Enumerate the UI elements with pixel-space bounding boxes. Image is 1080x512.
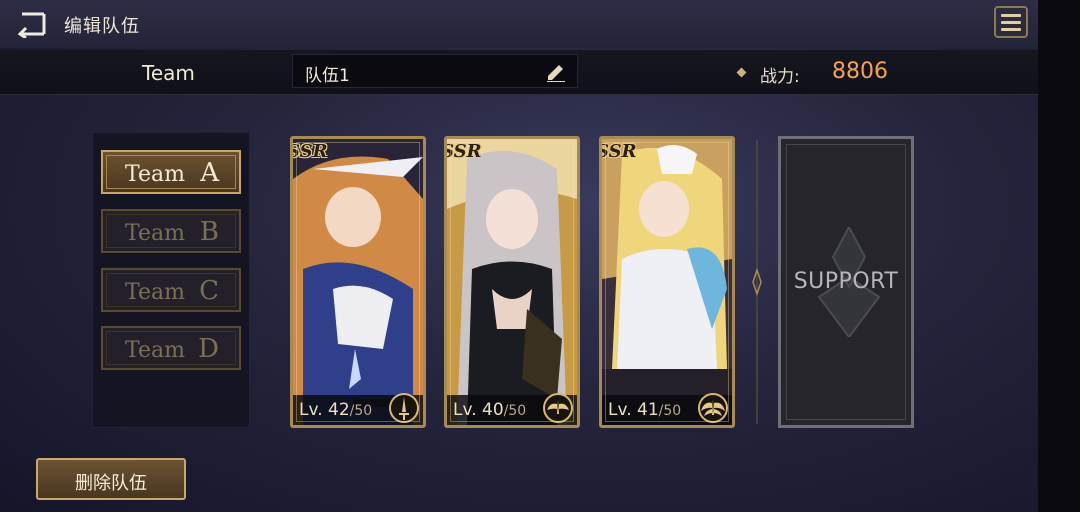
wings-class-icon xyxy=(543,393,573,423)
support-label: SUPPORT xyxy=(793,269,899,294)
sword-class-icon xyxy=(389,393,419,423)
team-name-field[interactable]: 队伍1 xyxy=(292,54,578,88)
team-tab-label: Team xyxy=(125,221,185,246)
back-arrow-icon[interactable] xyxy=(14,10,50,38)
team-tab-letter: A xyxy=(200,158,219,188)
team-tab-letter: D xyxy=(198,334,219,364)
screen-edge xyxy=(1038,0,1080,512)
power-label: 战力: xyxy=(760,67,800,87)
hero-portrait-2 xyxy=(447,139,577,425)
team-tab-label: Team xyxy=(125,162,185,187)
hamburger-menu-icon[interactable] xyxy=(994,6,1028,38)
team-tab-label: Team xyxy=(125,338,185,363)
delete-team-button[interactable]: 删除队伍 xyxy=(36,458,186,500)
team-tab-b[interactable]: Team B xyxy=(101,209,241,253)
team-selector-panel: Team A Team B Team C Team D xyxy=(92,132,250,428)
team-tab-letter: C xyxy=(199,276,219,306)
hero-portrait-3 xyxy=(602,139,732,425)
hero-portrait-1 xyxy=(293,139,423,425)
team-tab-letter: B xyxy=(199,217,219,247)
top-bar: 编辑队伍 xyxy=(0,0,1038,48)
hero-level: Lv. 40/50 xyxy=(453,400,527,420)
wings-class-icon xyxy=(698,393,728,423)
hero-level: Lv. 41/50 xyxy=(608,400,682,420)
team-tab-c[interactable]: Team C xyxy=(101,268,241,312)
hero-card-2[interactable]: SSR Lv. 40/50 xyxy=(444,136,580,428)
support-slot[interactable]: SUPPORT xyxy=(778,136,914,428)
page-title: 编辑队伍 xyxy=(64,16,140,37)
team-info-bar: Team 队伍1 战力: 8806 xyxy=(0,50,1038,95)
pencil-icon[interactable] xyxy=(545,62,567,82)
hero-card-3[interactable]: SSR Lv. 41/50 xyxy=(599,136,735,428)
team-tab-d[interactable]: Team D xyxy=(101,326,241,370)
rarity-badge: SSR xyxy=(290,141,328,162)
divider-ornament xyxy=(752,140,762,424)
team-name-text: 队伍1 xyxy=(305,66,350,86)
power-value: 8806 xyxy=(832,59,888,84)
team-tab-a[interactable]: Team A xyxy=(101,150,241,194)
rarity-badge: SSR xyxy=(599,141,637,162)
team-label: Team xyxy=(142,61,195,85)
rarity-badge: SSR xyxy=(444,141,482,162)
hero-level: Lv. 42/50 xyxy=(299,400,373,420)
delete-team-label: 删除队伍 xyxy=(75,473,147,494)
team-tab-label: Team xyxy=(125,280,185,305)
hero-card-1[interactable]: SSR Lv. 42/50 xyxy=(290,136,426,428)
power-diamond-icon xyxy=(736,67,747,78)
